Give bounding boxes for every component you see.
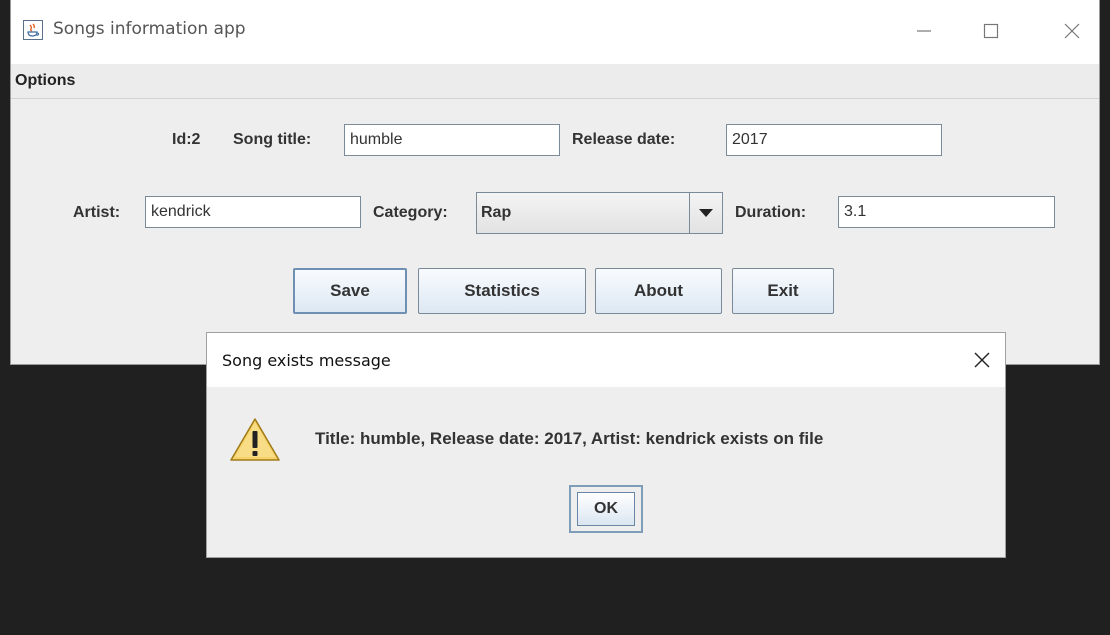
category-selected-value: Rap: [481, 204, 512, 221]
statistics-button[interactable]: Statistics: [418, 268, 586, 314]
minimize-button[interactable]: [906, 14, 942, 48]
title-bar[interactable]: Songs information app: [11, 0, 1099, 64]
dialog-close-button[interactable]: [969, 347, 995, 373]
song-title-label: Song title:: [233, 131, 312, 148]
dialog-title-bar[interactable]: Song exists message: [207, 333, 1005, 387]
minimize-icon: [917, 30, 931, 32]
release-date-input[interactable]: 2017: [726, 124, 942, 156]
release-date-label: Release date:: [572, 131, 676, 148]
chevron-down-icon: [699, 209, 713, 217]
menu-bar: Options: [11, 64, 1099, 99]
ok-button[interactable]: OK: [569, 485, 643, 533]
dropdown-arrow[interactable]: [689, 193, 722, 233]
exit-button[interactable]: Exit: [732, 268, 834, 314]
artist-label: Artist:: [73, 204, 121, 221]
warning-icon: [230, 418, 280, 461]
about-button[interactable]: About: [595, 268, 722, 314]
save-button[interactable]: Save: [293, 268, 407, 314]
id-label: Id:2: [172, 131, 201, 148]
java-icon: [23, 20, 43, 40]
menu-options[interactable]: Options: [15, 72, 75, 90]
category-select[interactable]: Rap: [476, 192, 723, 234]
dialog-title: Song exists message: [222, 351, 391, 370]
duration-label: Duration:: [735, 204, 807, 221]
window-title: Songs information app: [53, 19, 246, 39]
dialog-message: Title: humble, Release date: 2017, Artis…: [315, 429, 824, 448]
close-button[interactable]: [1054, 14, 1090, 48]
maximize-button[interactable]: [973, 14, 1009, 48]
ok-button-label: OK: [577, 492, 635, 526]
artist-input[interactable]: kendrick: [145, 196, 361, 228]
maximize-icon: [983, 23, 999, 39]
song-exists-dialog: Song exists message Title: humble, Relea…: [206, 332, 1006, 558]
close-icon: [1064, 23, 1080, 39]
category-label: Category:: [373, 204, 448, 221]
song-title-input[interactable]: humble: [344, 124, 560, 156]
close-icon: [974, 352, 990, 368]
duration-input[interactable]: 3.1: [838, 196, 1055, 228]
